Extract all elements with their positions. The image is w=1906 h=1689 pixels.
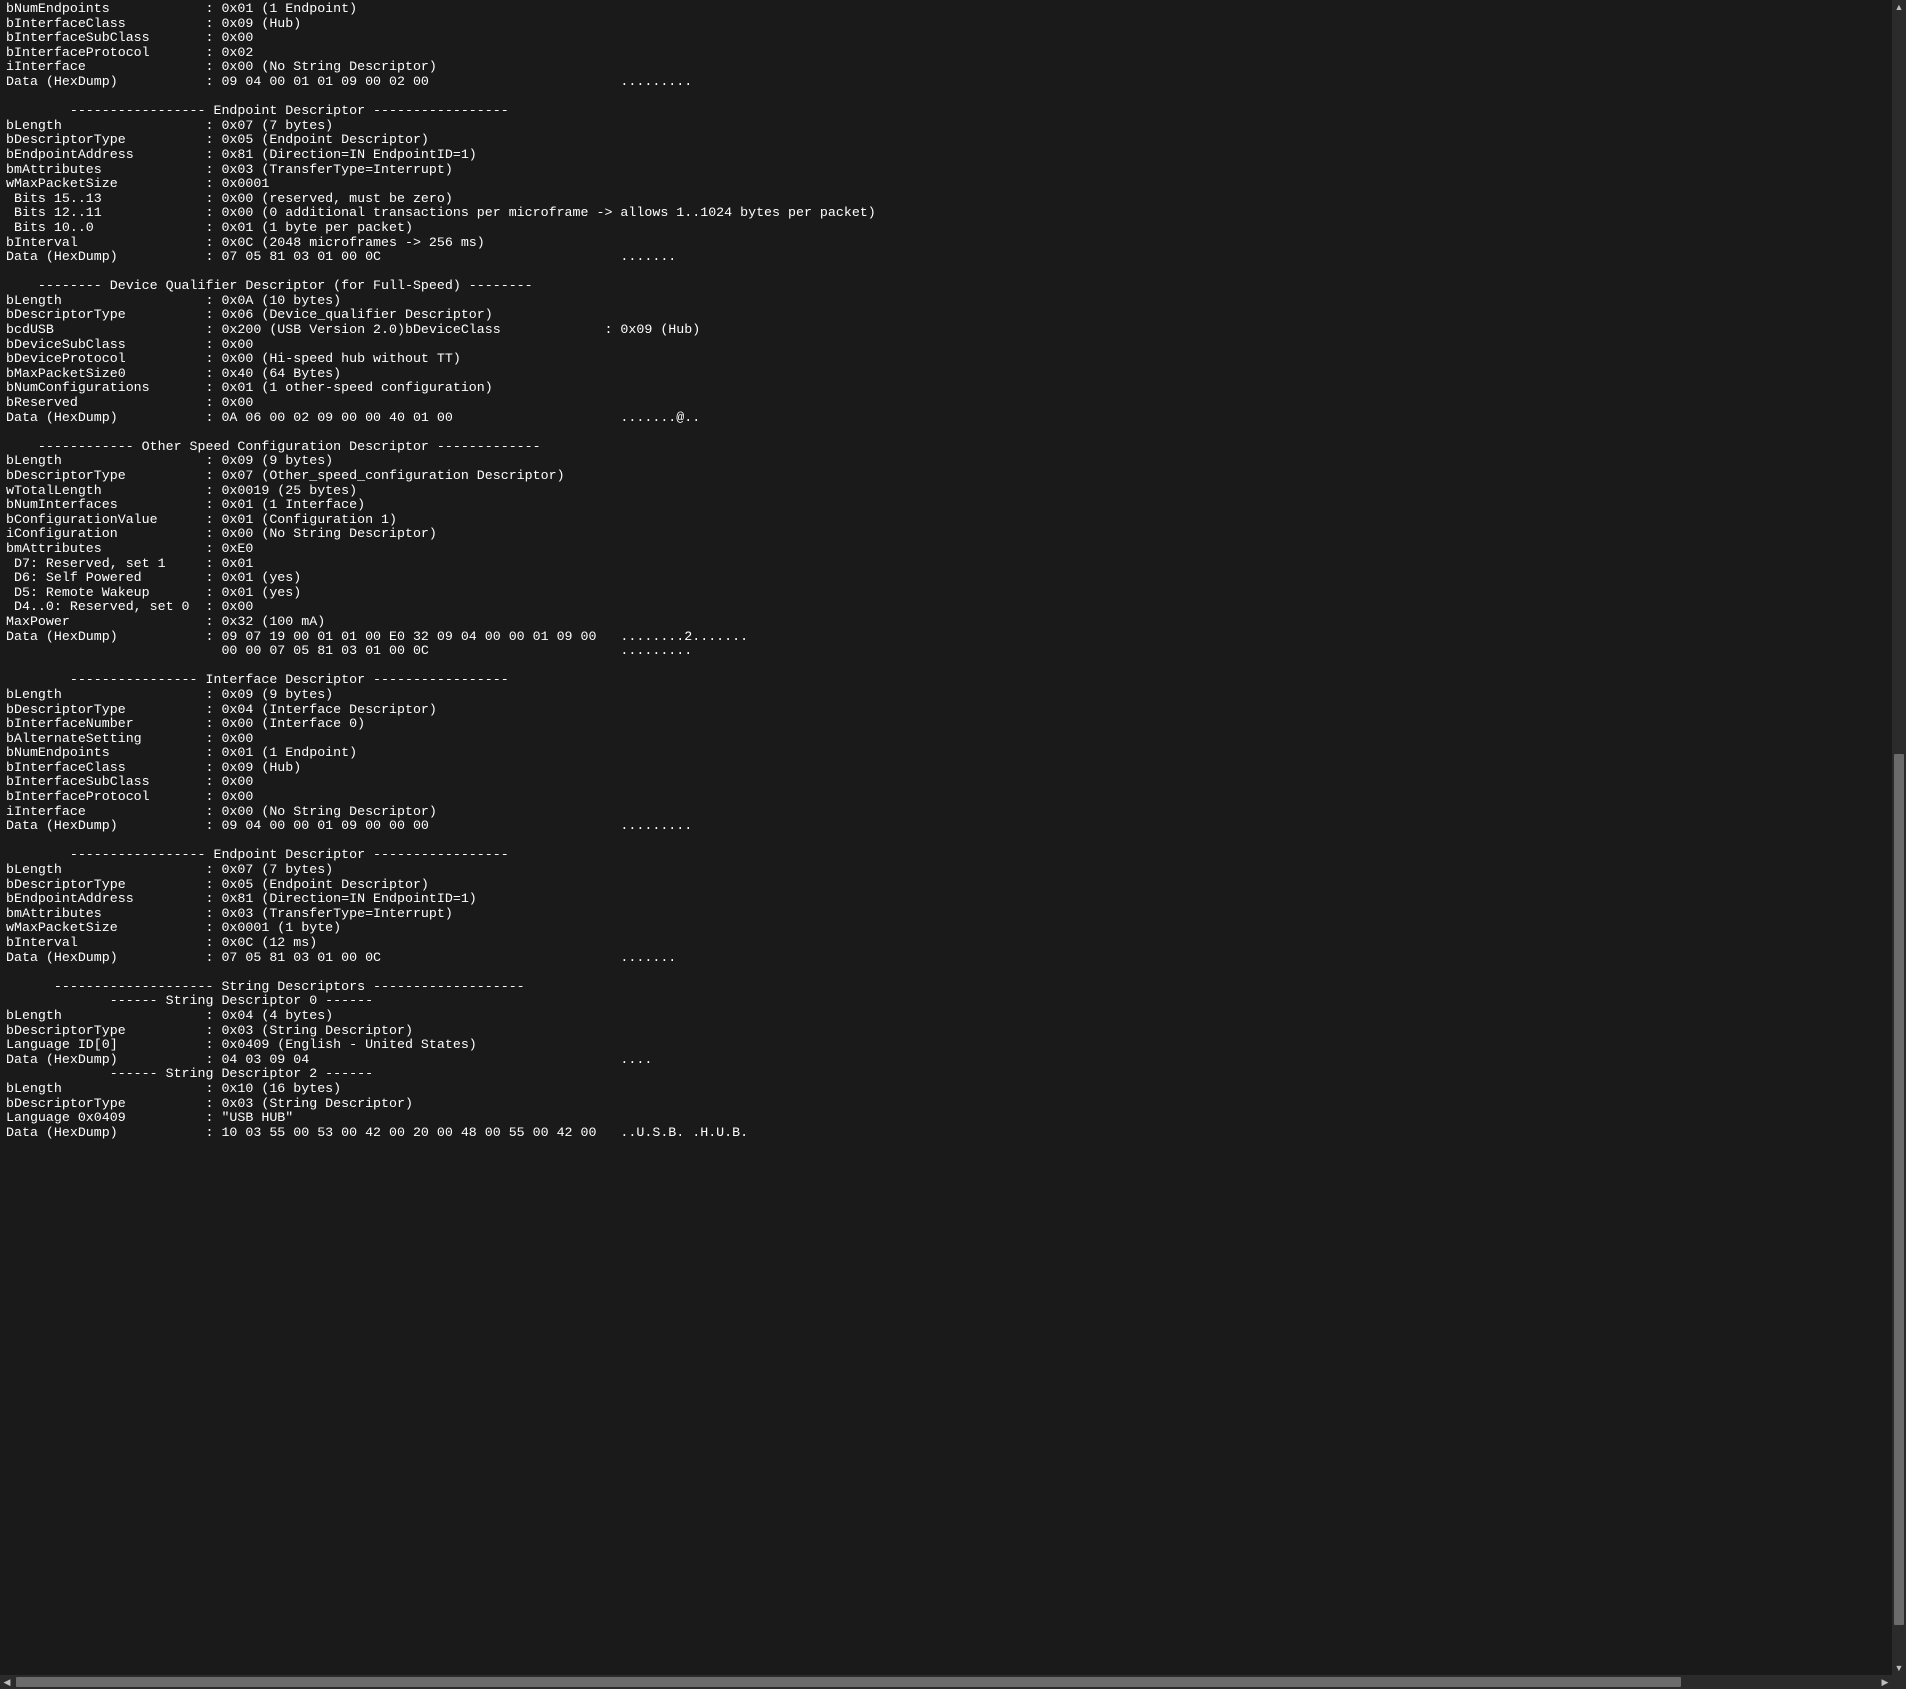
scroll-down-icon[interactable]: ▼ [1892,1661,1906,1675]
horizontal-scrollbar-thumb[interactable] [16,1677,1681,1687]
scroll-left-icon[interactable]: ◀ [0,1675,14,1689]
scroll-up-icon[interactable]: ▲ [1892,0,1906,14]
terminal-window: bNumEndpoints : 0x01 (1 Endpoint) bInter… [0,0,1906,1689]
vertical-scrollbar-track[interactable]: ▲ ▼ [1892,0,1906,1675]
scrollbar-corner [1892,1675,1906,1689]
terminal-output[interactable]: bNumEndpoints : 0x01 (1 Endpoint) bInter… [0,0,1892,1675]
horizontal-scrollbar-track[interactable]: ◀ ▶ [0,1675,1892,1689]
scroll-right-icon[interactable]: ▶ [1878,1675,1892,1689]
vertical-scrollbar-thumb[interactable] [1894,754,1904,1625]
